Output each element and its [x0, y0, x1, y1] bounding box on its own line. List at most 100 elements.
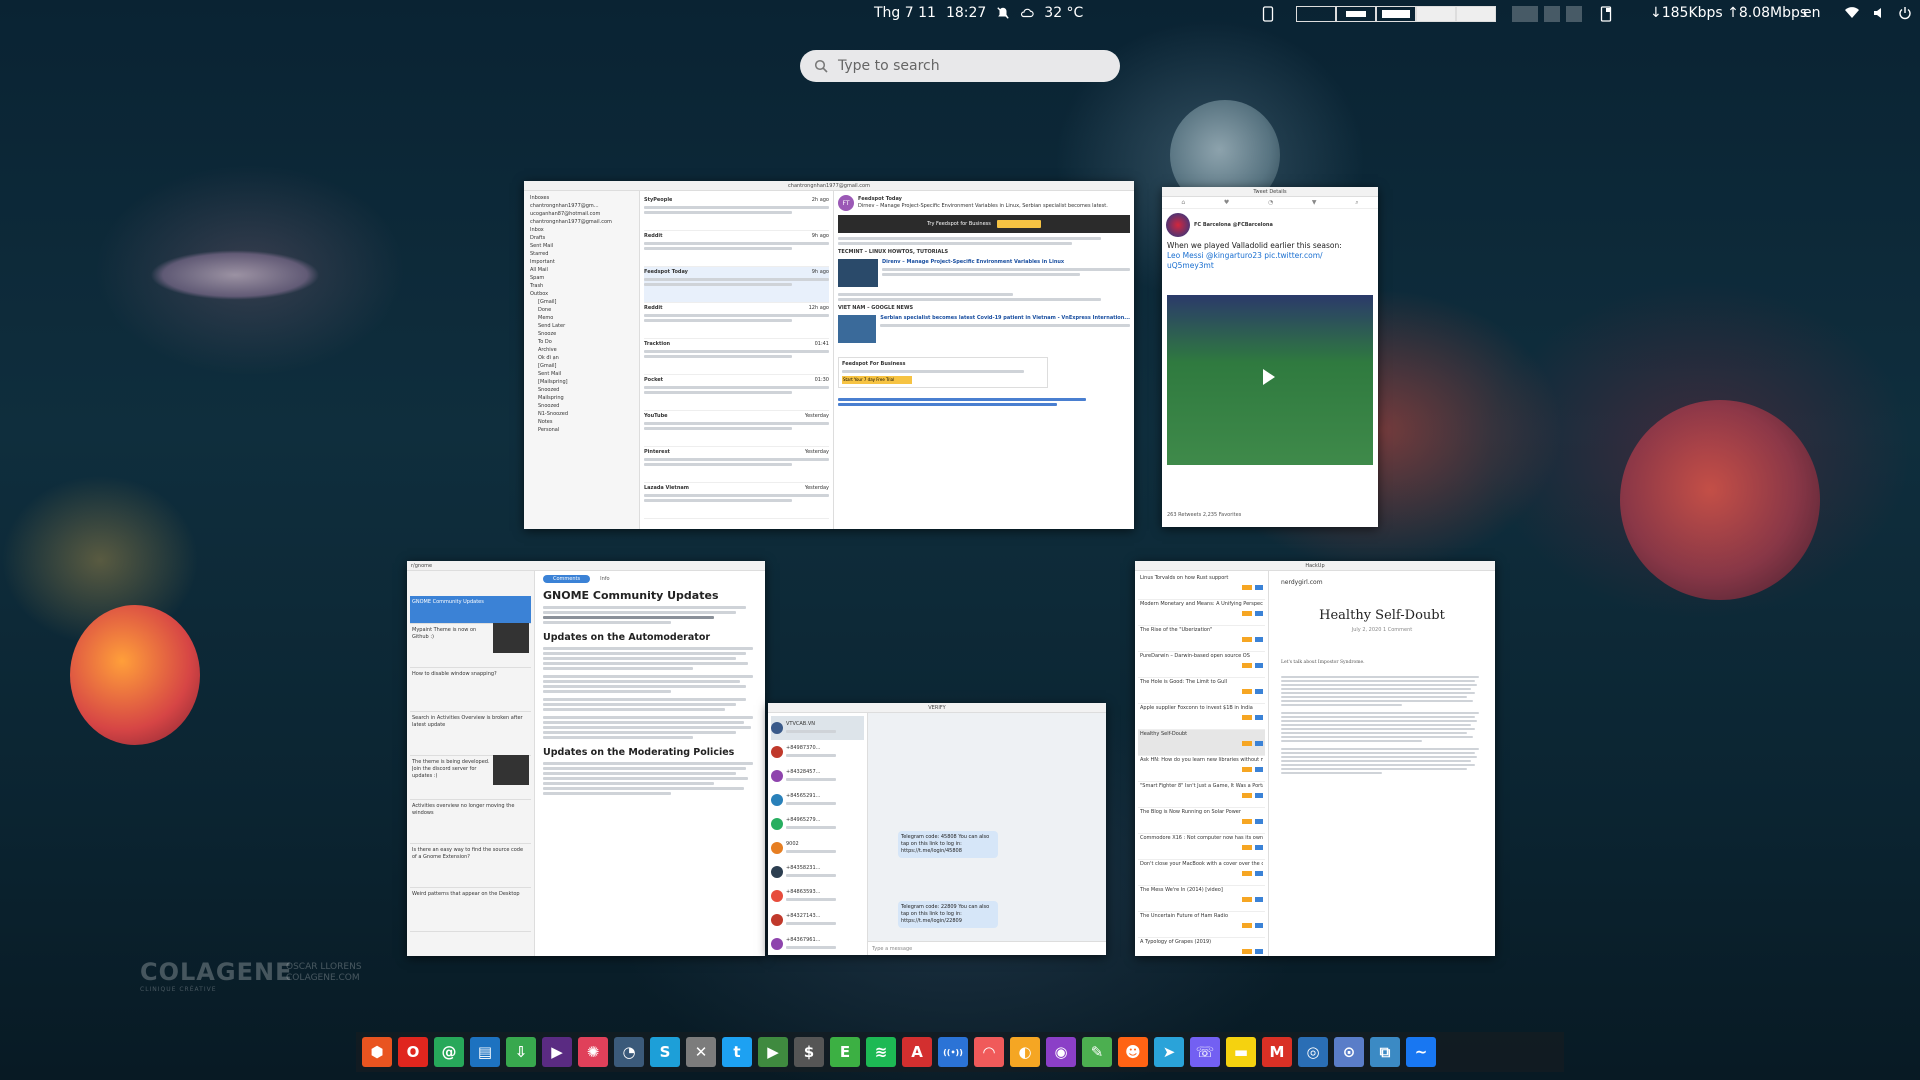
home-icon[interactable]: ⌂	[1181, 199, 1185, 206]
message-row[interactable]: Reddit 12h ago	[644, 303, 829, 339]
free-trial-button[interactable]	[996, 220, 1041, 228]
message-row[interactable]: Feedspot Today 9h ago	[644, 267, 829, 303]
tweet-mentions[interactable]: Leo Messi @kingarturo23 pic.twitter.com/	[1167, 251, 1373, 261]
dock-mail-icon[interactable]: @	[434, 1037, 464, 1067]
indicator-2[interactable]	[1544, 6, 1560, 22]
message-row[interactable]: YouTube Yesterday	[644, 411, 829, 447]
story-row[interactable]: A Typology of Grapes (2019)	[1138, 938, 1265, 956]
comments-badge[interactable]	[1255, 741, 1263, 746]
dock-clipboard-icon[interactable]: ⧉	[1370, 1037, 1400, 1067]
post-row[interactable]: Activities overview no longer moving the…	[410, 800, 531, 844]
tab-info[interactable]: Info	[594, 575, 615, 583]
hn-titlebar[interactable]: HackUp	[1135, 561, 1495, 571]
system-tray[interactable]	[1844, 6, 1912, 20]
tweet-link[interactable]: uQ5mey3mt	[1167, 261, 1373, 271]
telegram-chat-view[interactable]: Telegram code: 45808 You can also tap on…	[868, 713, 1106, 955]
keyboard-layout[interactable]: en	[1803, 5, 1821, 21]
clock-area[interactable]: Thg 7 11 18:27 32 °C	[874, 5, 1083, 21]
comments-badge[interactable]	[1255, 585, 1263, 590]
folder-item[interactable]: [Mailspring]	[528, 379, 635, 387]
message-row[interactable]: Pocket 01:30	[644, 375, 829, 411]
tweet-account[interactable]: FC Barcelona @FCBarcelona	[1194, 222, 1273, 229]
folder-item[interactable]: Mailspring	[528, 395, 635, 403]
search-icon[interactable]: ⌕	[1355, 199, 1358, 207]
telegram-window[interactable]: VERIFY VTVCAB.VN +84987370... +84328457...…	[768, 703, 1106, 955]
tab-comments[interactable]: Comments	[543, 575, 591, 583]
mail-window[interactable]: chantrongnhan1977@gmail.com Inboxes chant…	[524, 181, 1134, 529]
message-row[interactable]: Pinterest Yesterday	[644, 447, 829, 483]
volume-icon[interactable]	[1872, 6, 1886, 20]
folder-item[interactable]: chantrongnhan1977@gm...	[528, 203, 635, 211]
fcb-avatar[interactable]	[1166, 213, 1190, 237]
comments-badge[interactable]	[1255, 767, 1263, 772]
bell-icon[interactable]: ◔	[1268, 199, 1273, 206]
network-speed[interactable]: ↓185Kbps ↑8.08Mbps	[1650, 5, 1807, 21]
message-row[interactable]: StyPeople 2h ago	[644, 195, 829, 231]
post-row[interactable]: Weird patterns that appear on the Deskto…	[410, 888, 531, 932]
window-indicators[interactable]	[1512, 6, 1582, 22]
folder-item[interactable]: [Gmail]	[528, 299, 635, 307]
hn-article[interactable]: nerdygirl.com Healthy Self-Doubt July 2,…	[1269, 571, 1495, 956]
indicator-3[interactable]	[1566, 6, 1582, 22]
story-row[interactable]: Commodore X16 : Not computer now has its…	[1138, 834, 1265, 860]
story2-link[interactable]: Serbian specialist becomes latest Covid-…	[880, 315, 1130, 322]
reddit-post-list[interactable]: GNOME Community Updates Mypaint Theme is …	[407, 571, 535, 956]
story1-thumbnail[interactable]	[838, 259, 878, 287]
story2-thumbnail[interactable]	[838, 315, 877, 343]
dock-money-icon[interactable]: $	[794, 1037, 824, 1067]
chat-row[interactable]: +84565291...	[771, 788, 864, 812]
heart-icon[interactable]: ♥	[1224, 199, 1229, 206]
story-row[interactable]: Apple supplier Foxconn to invest $1B in …	[1138, 704, 1265, 730]
workspace-3[interactable]	[1376, 6, 1416, 22]
reddit-window[interactable]: r/gnome GNOME Community Updates Mypaint T…	[407, 561, 765, 956]
story-row[interactable]: Linus Torvalds on how Rust support	[1138, 574, 1265, 600]
workspace-5[interactable]	[1456, 6, 1496, 22]
folder-item[interactable]: Sent Mail	[528, 243, 635, 251]
folder-item[interactable]: Send Later	[528, 323, 635, 331]
phone-icon[interactable]	[1262, 6, 1274, 22]
dock-skype-icon[interactable]: S	[650, 1037, 680, 1067]
chat-row[interactable]: +84965279...	[771, 812, 864, 836]
dock-spotify-icon[interactable]: ≋	[866, 1037, 896, 1067]
dock-rss-reader-icon[interactable]: ◠	[974, 1037, 1004, 1067]
mail-titlebar[interactable]: chantrongnhan1977@gmail.com	[524, 181, 1134, 191]
comments-badge[interactable]	[1255, 793, 1263, 798]
folder-item[interactable]: Snoozed	[528, 403, 635, 411]
post-thumbnail[interactable]	[493, 623, 529, 653]
hackernews-window[interactable]: HackUp Linus Torvalds on how Rust suppor…	[1135, 561, 1495, 956]
comments-badge[interactable]	[1255, 923, 1263, 928]
reddit-titlebar[interactable]: r/gnome	[407, 561, 765, 571]
post-row[interactable]: GNOME Community Updates	[410, 596, 531, 624]
dock-opera-icon[interactable]: O	[398, 1037, 428, 1067]
comments-badge[interactable]	[1255, 611, 1263, 616]
dock-video-player-icon[interactable]: ▶	[542, 1037, 572, 1067]
workspace-switcher[interactable]	[1296, 6, 1496, 22]
indicator-1[interactable]	[1512, 6, 1538, 22]
dock-speedometer-icon[interactable]: ◔	[614, 1037, 644, 1067]
dock-vpn-icon[interactable]: ◎	[1298, 1037, 1328, 1067]
workspace-4[interactable]	[1416, 6, 1456, 22]
filter-icon[interactable]: ▼	[1312, 199, 1317, 206]
chat-row[interactable]: +84358231...	[771, 860, 864, 884]
story-row[interactable]: The Rise of the "Uberization"	[1138, 626, 1265, 652]
dock-tools-icon[interactable]: ✕	[686, 1037, 716, 1067]
comments-badge[interactable]	[1255, 897, 1263, 902]
comments-badge[interactable]	[1255, 637, 1263, 642]
dock-viber-icon[interactable]: ☏	[1190, 1037, 1220, 1067]
mail-reader[interactable]: FT Feedspot Today Dirnev – Manage Projec…	[834, 191, 1134, 529]
folder-item[interactable]: Snooze	[528, 331, 635, 339]
folder-item[interactable]: Personal	[528, 427, 635, 435]
dock-aperture-icon[interactable]: ✺	[578, 1037, 608, 1067]
folder-item[interactable]: To Do	[528, 339, 635, 347]
mail-message-list[interactable]: StyPeople 2h ago Reddit 9h ago Feedspot Toda…	[640, 191, 834, 529]
dock-feather-icon[interactable]: ✎	[1082, 1037, 1112, 1067]
dock-twitter-icon[interactable]: t	[722, 1037, 752, 1067]
folder-item[interactable]: Spam	[528, 275, 635, 283]
comments-badge[interactable]	[1255, 819, 1263, 824]
folder-item[interactable]: chantrongnhan1977@gmail.com	[528, 219, 635, 227]
folder-item[interactable]: N1-Snoozed	[528, 411, 635, 419]
chat-row[interactable]: 9002	[771, 836, 864, 860]
play-icon[interactable]	[1263, 369, 1275, 385]
comments-badge[interactable]	[1255, 663, 1263, 668]
folder-item[interactable]: Outbox	[528, 291, 635, 299]
